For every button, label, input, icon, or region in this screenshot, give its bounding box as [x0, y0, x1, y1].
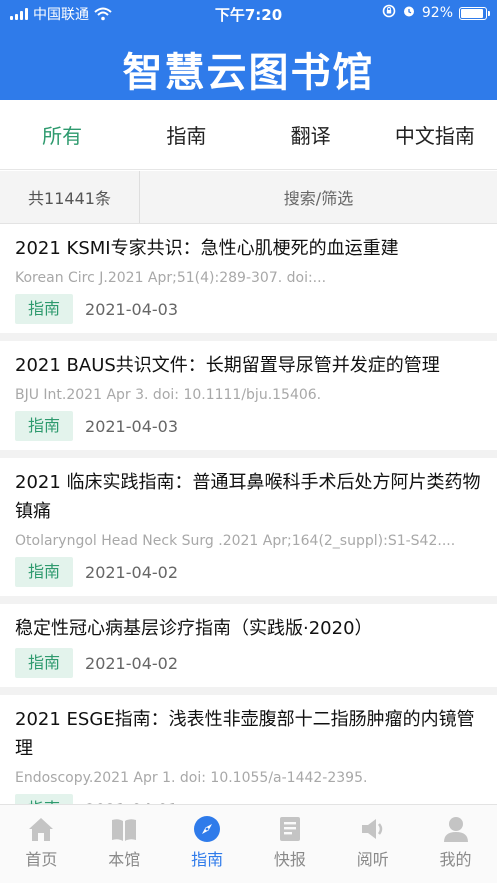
list-item[interactable]: 2021 KSMI专家共识：急性心肌梗死的血运重建 Korean Circ J.… [0, 224, 497, 341]
nav-label: 本馆 [108, 850, 141, 869]
compass-icon [194, 816, 221, 842]
nav-listen[interactable]: 阅听 [331, 805, 414, 883]
nav-label: 快报 [273, 850, 306, 869]
list-item[interactable]: 2021 BAUS共识文件：长期留置导尿管并发症的管理 BJU Int.2021… [0, 341, 497, 458]
news-icon [279, 817, 300, 841]
item-source: Otolaryngol Head Neck Surg .2021 Apr;164… [15, 533, 456, 549]
nav-label: 首页 [25, 850, 58, 869]
tab-guides[interactable]: 指南 [124, 100, 248, 169]
nav-profile[interactable]: 我的 [414, 805, 497, 883]
nav-library[interactable]: 本馆 [83, 805, 166, 883]
bottom-nav: 首页 本馆 指南 快报 阅听 我的 [0, 804, 497, 883]
tag-badge: 指南 [15, 794, 74, 804]
item-date: 2021-04-03 [85, 416, 178, 436]
battery-percent: 92% [421, 5, 453, 21]
rotation-lock-icon [382, 4, 396, 22]
book-icon [112, 819, 137, 841]
nav-news[interactable]: 快报 [248, 805, 331, 883]
nav-home[interactable]: 首页 [0, 805, 83, 883]
tab-translations[interactable]: 翻译 [249, 100, 373, 169]
list-item[interactable]: 稳定性冠心病基层诊疗指南（实践版·2020） 指南 2021-04-02 [0, 604, 497, 695]
item-source: Endoscopy.2021 Apr 1. doi: 10.1055/a-144… [15, 770, 368, 786]
app-title: 智慧云图书馆 [122, 50, 375, 96]
guide-list[interactable]: 2021 KSMI专家共识：急性心肌梗死的血运重建 Korean Circ J.… [0, 224, 497, 804]
tag-badge: 指南 [15, 557, 74, 587]
nav-label: 我的 [439, 850, 472, 869]
battery-icon [459, 6, 490, 20]
app: 中国联通 下午7:20 92% 智慧云图书馆 所有 指南 翻译 中文指南 共11… [0, 0, 497, 883]
item-date: 2021-04-02 [85, 653, 178, 673]
item-source: Korean Circ J.2021 Apr;51(4):289-307. do… [15, 270, 327, 286]
category-tabs: 所有 指南 翻译 中文指南 [0, 100, 497, 170]
nav-label: 阅听 [356, 850, 389, 869]
item-title: 稳定性冠心病基层诊疗指南（实践版·2020） [15, 618, 373, 639]
tag-badge: 指南 [15, 411, 74, 441]
item-title: 2021 ESGE指南：浅表性非壶腹部十二指肠肿瘤的内镜管理 [15, 709, 475, 759]
item-date: 2021-04-03 [85, 299, 178, 319]
nav-guides[interactable]: 指南 [166, 805, 249, 883]
list-item[interactable]: 2021 临床实践指南：普通耳鼻喉科手术后处方阿片类药物镇痛 Otolaryng… [0, 458, 497, 604]
user-icon [443, 817, 468, 842]
filter-bar: 共11441条 搜索/筛选 [0, 171, 497, 224]
tab-chinese-guides[interactable]: 中文指南 [373, 100, 497, 169]
tag-badge: 指南 [15, 648, 74, 678]
item-title: 2021 KSMI专家共识：急性心肌梗死的血运重建 [15, 238, 399, 259]
home-icon [29, 818, 54, 841]
search-filter-button[interactable]: 搜索/筛选 [140, 171, 497, 223]
list-item[interactable]: 2021 ESGE指南：浅表性非壶腹部十二指肠肿瘤的内镜管理 Endoscopy… [0, 695, 497, 804]
item-source: BJU Int.2021 Apr 3. doi: 10.1111/bju.154… [15, 387, 322, 403]
status-bar: 中国联通 下午7:20 92% [0, 0, 497, 26]
item-date: 2021-04-02 [85, 562, 178, 582]
nav-label: 指南 [191, 850, 224, 869]
result-count: 共11441条 [0, 171, 140, 223]
header: 中国联通 下午7:20 92% 智慧云图书馆 [0, 0, 497, 100]
tab-all[interactable]: 所有 [0, 100, 124, 169]
alarm-icon [402, 4, 416, 22]
item-title: 2021 临床实践指南：普通耳鼻喉科手术后处方阿片类药物镇痛 [15, 472, 481, 522]
tag-badge: 指南 [15, 294, 74, 324]
item-title: 2021 BAUS共识文件：长期留置导尿管并发症的管理 [15, 355, 440, 376]
speaker-icon [361, 819, 382, 839]
